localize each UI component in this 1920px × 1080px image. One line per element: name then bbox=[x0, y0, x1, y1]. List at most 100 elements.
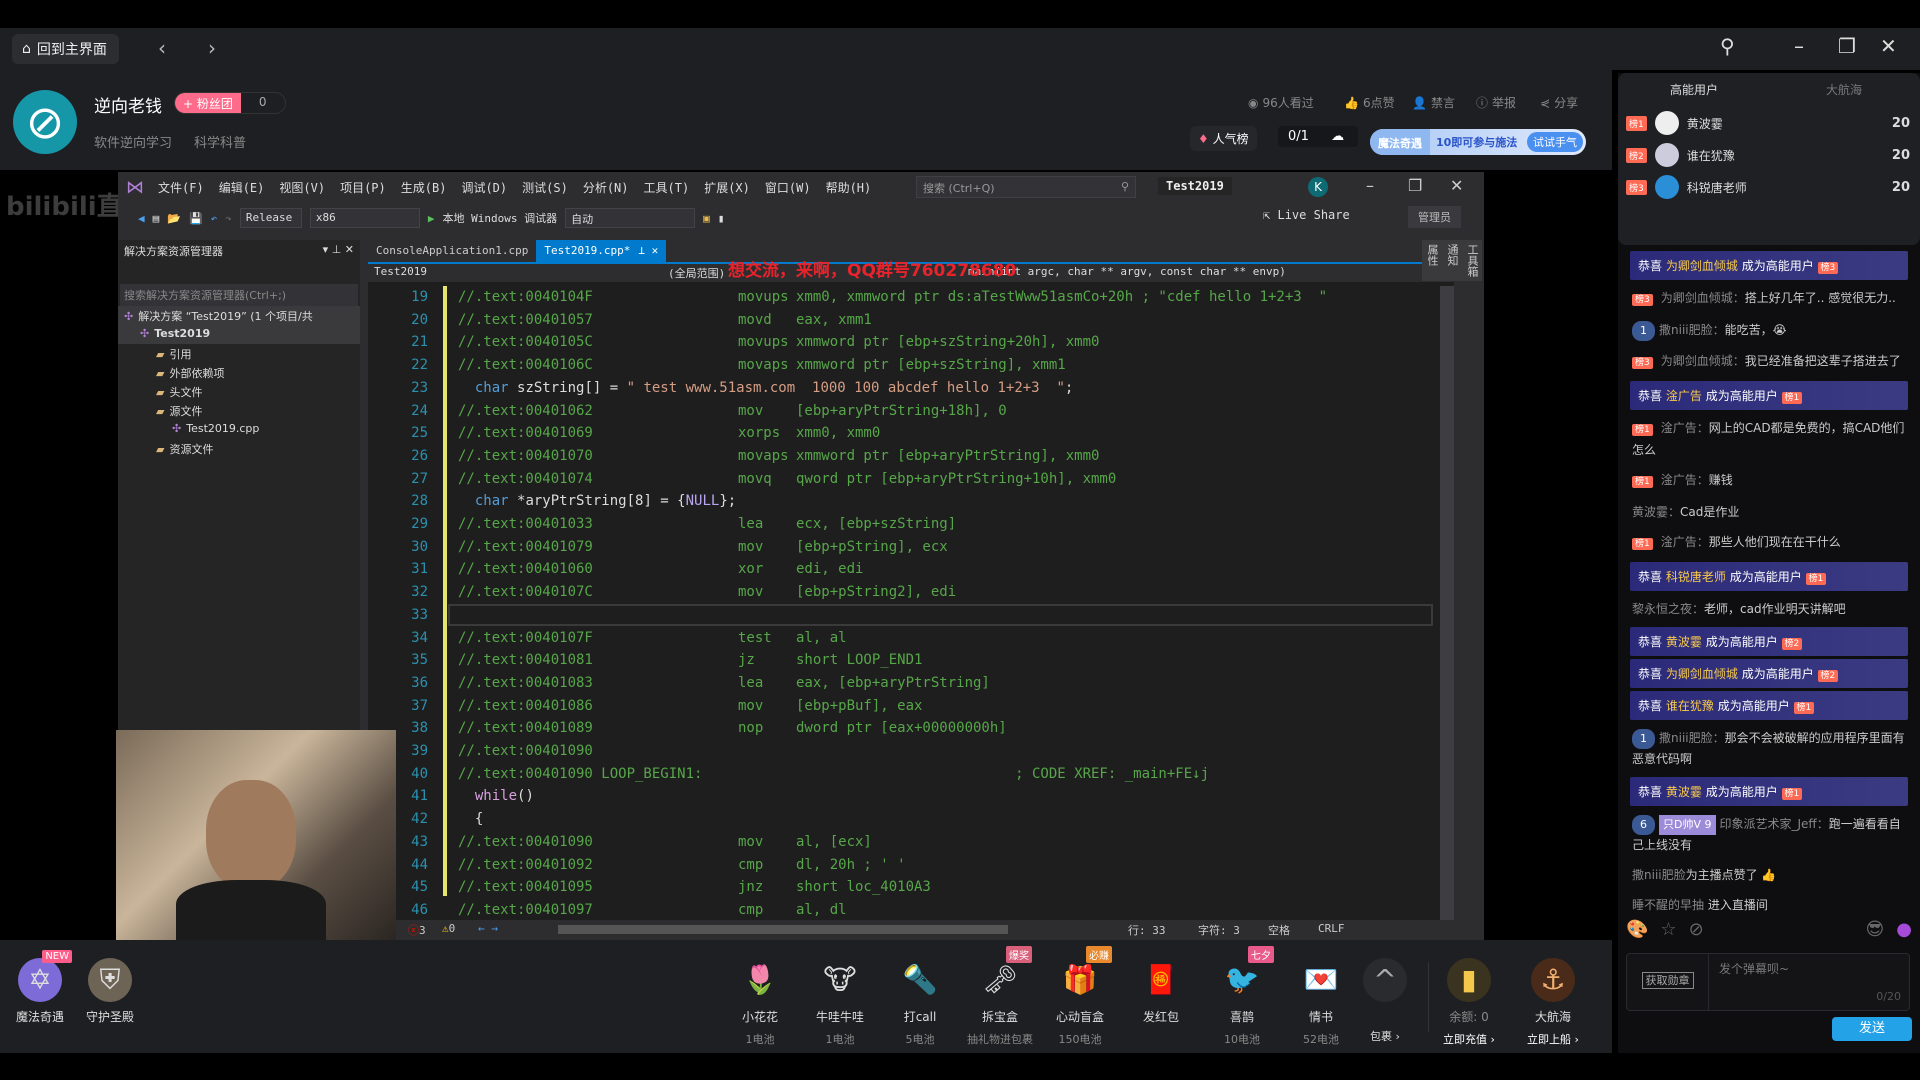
code-line[interactable]: 39//.text:00401090 bbox=[368, 740, 1438, 763]
menu-item[interactable]: 帮助(H) bbox=[826, 179, 872, 196]
code-line[interactable]: 32 //.text:0040107C mov [ebp+pString2], edi bbox=[368, 581, 1438, 604]
code-line[interactable]: 42 { bbox=[368, 808, 1438, 831]
congrats-user[interactable]: 黄波霎 bbox=[1666, 635, 1702, 649]
ranking-row[interactable]: 榜3 科锐唐老师 20 bbox=[1626, 173, 1910, 201]
star-icon[interactable]: ☆ bbox=[1660, 919, 1676, 949]
gift-item[interactable]: 🔦 打call 5电池 bbox=[880, 958, 960, 1047]
vertical-scrollbar[interactable] bbox=[1440, 286, 1454, 920]
code-line[interactable]: 29 //.text:00401033 lea ecx, [ebp+szString] bbox=[368, 513, 1438, 536]
chevron-right-icon[interactable]: › bbox=[208, 36, 216, 60]
menu-item[interactable]: 分析(N) bbox=[583, 179, 629, 196]
menu-item[interactable]: 测试(S) bbox=[522, 179, 568, 196]
voyage[interactable]: ⚓ 大航海 立即上船 › bbox=[1513, 958, 1593, 1047]
close-icon[interactable]: ✕ bbox=[1450, 176, 1463, 195]
code-line[interactable]: 31 //.text:00401060 xor edi, edi bbox=[368, 558, 1438, 581]
chat-user[interactable]: 撒niii肥脸： bbox=[1659, 731, 1725, 745]
chat-user[interactable]: 淦广告： bbox=[1661, 535, 1709, 549]
back-icon[interactable]: ◀ bbox=[138, 212, 145, 225]
menu-item[interactable]: 文件(F) bbox=[158, 179, 204, 196]
platform-select[interactable]: x86 bbox=[309, 208, 420, 228]
streamer-avatar[interactable]: ⊘ bbox=[13, 90, 77, 154]
likes-stat[interactable]: 👍 6点赞 bbox=[1344, 94, 1395, 111]
congrats-user[interactable]: 为卿剑血倾城 bbox=[1666, 259, 1738, 273]
find-icon[interactable]: ▣ bbox=[703, 212, 710, 225]
gift-item[interactable]: 🐮 牛哇牛哇 1电池 bbox=[800, 958, 880, 1047]
code-line[interactable]: 22 //.text:0040106C movaps xmmword ptr [ebp… bbox=[368, 354, 1438, 377]
side-tab[interactable]: 属性 bbox=[1422, 240, 1442, 281]
balance[interactable]: ▮ 余额: 0 立即充值 › bbox=[1429, 958, 1509, 1047]
error-count[interactable]: ⓧ3 bbox=[408, 922, 426, 938]
restore-icon[interactable]: ❐ bbox=[1408, 176, 1422, 195]
code-line[interactable]: 26 //.text:00401070 movaps xmmword ptr [ebp… bbox=[368, 445, 1438, 468]
new-project-icon[interactable]: ▤ bbox=[153, 212, 160, 225]
code-line[interactable]: 33 bbox=[368, 603, 1438, 627]
emoji-icon[interactable]: 😎 bbox=[1866, 919, 1885, 949]
tree-item[interactable]: ▰ 源文件 bbox=[118, 401, 360, 420]
mode-select[interactable]: 自动 bbox=[565, 208, 696, 228]
project-nav-dropdown[interactable]: Test2019 bbox=[374, 265, 427, 278]
code-line[interactable]: 41 while() bbox=[368, 785, 1438, 808]
chat-input[interactable]: 发个弹幕呗~ bbox=[1719, 960, 1789, 977]
chat-user[interactable]: 淦广告： bbox=[1661, 421, 1709, 435]
gift-item[interactable]: 🧧 发红包 bbox=[1121, 958, 1201, 1031]
code-line[interactable]: 40//.text:00401090 LOOP_BEGIN1: ; CODE X… bbox=[368, 763, 1438, 786]
gift-item[interactable]: 🐦 七夕 喜鹊 10电池 bbox=[1202, 946, 1282, 1047]
nav-arrows-icon[interactable]: ← → bbox=[478, 922, 498, 935]
tree-item[interactable]: ✣ Test2019 bbox=[118, 325, 360, 344]
chat-user[interactable]: 睡不醒的早抽 bbox=[1632, 898, 1704, 912]
pin-icon[interactable]: ⚲ bbox=[1720, 34, 1735, 58]
chevron-left-icon[interactable]: ‹ bbox=[158, 36, 166, 60]
vs-search-input[interactable]: 搜索 (Ctrl+Q) ⚲ bbox=[916, 176, 1136, 198]
code-line[interactable]: 27 //.text:00401074 movq qword ptr [ebp+ary… bbox=[368, 468, 1438, 491]
code-line[interactable]: 28 char *aryPtrString[8] = {NULL}; bbox=[368, 490, 1438, 513]
tag[interactable]: 软件逆向学习 bbox=[94, 132, 172, 151]
tab-voyage[interactable]: 大航海 bbox=[1826, 81, 1862, 98]
chat-user[interactable]: 为卿剑血倾城： bbox=[1661, 354, 1745, 368]
solution-search-input[interactable]: 搜索解决方案资源管理器(Ctrl+;) bbox=[120, 284, 358, 306]
bookmark-icon[interactable]: ▮ bbox=[718, 212, 725, 225]
play-icon[interactable]: ▶ bbox=[428, 212, 435, 225]
magic-event-banner[interactable]: 魔法奇遇 10即可参与施法 试试手气 bbox=[1370, 129, 1586, 155]
menu-item[interactable]: 项目(P) bbox=[340, 179, 386, 196]
code-line[interactable]: 38//.text:00401089 nop dword ptr [eax+0000… bbox=[368, 717, 1438, 740]
gift-guardian[interactable]: ⛨ 守护圣殿 bbox=[70, 958, 150, 1025]
chat-user[interactable]: 黎永恒之夜： bbox=[1632, 602, 1704, 616]
tree-item[interactable]: ▰ 引用 bbox=[118, 344, 360, 363]
whitespace-indicator[interactable]: 空格 bbox=[1268, 922, 1290, 938]
code-lines[interactable]: 19 //.text:0040104F movups xmm0, xmmword pt… bbox=[368, 286, 1438, 920]
try-luck-button[interactable]: 试试手气 bbox=[1527, 132, 1583, 152]
restore-icon[interactable]: ❐ bbox=[1838, 34, 1856, 58]
eol-indicator[interactable]: CRLF bbox=[1318, 922, 1345, 935]
video-player[interactable]: bilibili直播 ⋈ 文件(F) 编辑(E) 视图(V) 项目(P) 生成(B) 调试… bbox=[0, 170, 1612, 940]
menu-item[interactable]: 视图(V) bbox=[279, 179, 325, 196]
congrats-user[interactable]: 科锐唐老师 bbox=[1666, 570, 1726, 584]
code-line[interactable]: 24 //.text:00401062 mov [ebp+aryPtrString+1… bbox=[368, 400, 1438, 423]
menu-item[interactable]: 调试(D) bbox=[461, 179, 507, 196]
side-tab[interactable]: 工具箱 bbox=[1462, 240, 1482, 281]
tree-item[interactable]: ▰ 外部依赖项 bbox=[118, 363, 360, 382]
package-button[interactable]: ^ 包裹 › bbox=[1345, 958, 1425, 1044]
chat-list[interactable]: 恭喜 为卿剑血倾城 成为高能用户 榜3 榜3 为卿剑血倾城：搭上好几年了.. 感觉很… bbox=[1618, 248, 1920, 912]
recharge-link[interactable]: 立即充值 › bbox=[1429, 1031, 1509, 1047]
code-line[interactable]: 19 //.text:0040104F movups xmm0, xmmword pt… bbox=[368, 286, 1438, 309]
menu-item[interactable]: 扩展(X) bbox=[704, 179, 750, 196]
code-line[interactable]: 23 char szString[] = " test www.51asm.co… bbox=[368, 377, 1438, 400]
code-line[interactable]: 45//.text:00401095 jnz short loc_4010A3 bbox=[368, 876, 1438, 899]
chat-user[interactable]: 淦广告： bbox=[1661, 473, 1709, 487]
scope-dropdown[interactable]: (全局范围) bbox=[668, 265, 725, 281]
undo-icon[interactable]: ↶ bbox=[211, 212, 218, 225]
chat-user[interactable]: 撒niii肥脸： bbox=[1659, 323, 1725, 337]
board-link[interactable]: 立即上船 › bbox=[1513, 1031, 1593, 1047]
gift-item[interactable]: 🎁 必赚 心动盲盒 150电池 bbox=[1040, 946, 1120, 1047]
tag[interactable]: 科学科普 bbox=[194, 132, 246, 151]
code-line[interactable]: 37 //.text:00401086 mov [ebp+pBuf], eax bbox=[368, 695, 1438, 718]
warning-count[interactable]: ⚠0 bbox=[442, 922, 455, 935]
danmaku-icon[interactable]: ● bbox=[1896, 919, 1912, 949]
save-icon[interactable]: 💾 bbox=[189, 212, 203, 225]
tab-file[interactable]: ConsoleApplication1.cpp bbox=[368, 240, 536, 262]
open-icon[interactable]: 📂 bbox=[167, 212, 181, 225]
report-button[interactable]: ⓘ 举报 bbox=[1476, 94, 1516, 111]
gift-item[interactable]: 🗝 爆奖 拆宝盒 抽礼物进包裹 bbox=[960, 946, 1040, 1047]
tab-high-energy[interactable]: 高能用户 bbox=[1670, 81, 1718, 98]
code-line[interactable]: 20 //.text:00401057 movd eax, xmm1 bbox=[368, 309, 1438, 332]
